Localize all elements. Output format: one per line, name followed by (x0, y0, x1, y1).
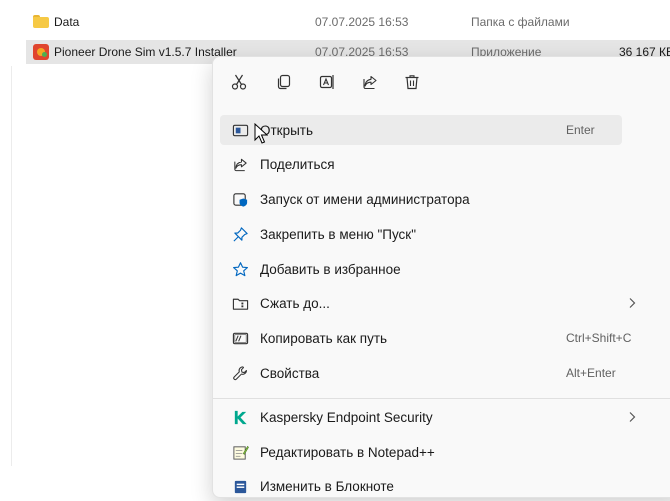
menu-item-open[interactable]: Открыть Enter (220, 115, 622, 145)
menu-item-label: Поделиться (260, 156, 335, 172)
menu-item-label: Запуск от имени администратора (260, 191, 470, 207)
file-row-data[interactable]: Data 07.07.2025 16:53 Папка с файлами (26, 10, 670, 34)
cut-button[interactable] (225, 69, 253, 95)
shortcut-text: Enter (566, 123, 595, 137)
chevron-right-icon (629, 298, 636, 308)
copy-button[interactable] (270, 69, 298, 95)
rename-button[interactable] (313, 69, 341, 95)
file-type: Папка с файлами (471, 15, 570, 29)
menu-separator (213, 398, 670, 399)
wrench-icon (231, 364, 249, 382)
open-icon (231, 121, 249, 139)
menu-item-label: Закрепить в меню "Пуск" (260, 226, 416, 242)
shortcut-text: Ctrl+Shift+C (566, 331, 632, 345)
menu-item-label: Сжать до... (260, 295, 330, 311)
menu-item-label: Свойства (260, 365, 320, 381)
file-name: Pioneer Drone Sim v1.5.7 Installer (54, 45, 237, 59)
notepadpp-icon (231, 443, 249, 461)
quick-actions-bar (213, 57, 670, 107)
pin-icon (231, 225, 249, 243)
menu-item-notepad[interactable]: Изменить в Блокноте (220, 471, 622, 501)
admin-shield-icon (231, 190, 249, 208)
menu-item-add-favorites[interactable]: Добавить в избранное (220, 254, 622, 284)
trash-icon (405, 75, 419, 90)
folder-icon (33, 15, 49, 29)
mouse-cursor-icon (254, 123, 268, 144)
menu-item-label: Добавить в избранное (260, 261, 401, 277)
menu-item-kaspersky[interactable]: Kaspersky Endpoint Security (220, 402, 636, 432)
rename-icon (319, 75, 334, 89)
menu-item-compress[interactable]: Сжать до... (220, 288, 636, 318)
menu-item-label: Изменить в Блокноте (260, 478, 394, 494)
menu-item-label: Редактировать в Notepad++ (260, 444, 435, 460)
archive-icon (231, 294, 249, 312)
delete-button[interactable] (398, 69, 426, 95)
file-date: 07.07.2025 16:53 (315, 15, 409, 29)
menu-item-label: Копировать как путь (260, 330, 388, 346)
star-icon (231, 260, 249, 278)
menu-item-properties[interactable]: Свойства Alt+Enter (220, 358, 622, 388)
menu-item-label: Kaspersky Endpoint Security (260, 409, 433, 425)
kaspersky-icon (231, 408, 249, 426)
chevron-right-icon (629, 412, 636, 422)
scissors-icon (231, 74, 247, 90)
divider (11, 66, 12, 466)
context-menu: Открыть Enter Поделиться Запуск от имени… (212, 56, 670, 498)
copy-icon (277, 74, 291, 90)
app-icon (33, 44, 49, 60)
path-icon (231, 329, 249, 347)
notepad-icon (231, 477, 249, 495)
share-icon (363, 75, 377, 90)
share-button[interactable] (356, 69, 384, 95)
menu-item-run-as-admin[interactable]: Запуск от имени администратора (220, 184, 622, 214)
file-name: Data (54, 15, 80, 29)
menu-item-notepadpp[interactable]: Редактировать в Notepad++ (220, 437, 622, 467)
shortcut-text: Alt+Enter (566, 366, 616, 380)
share-icon (231, 155, 249, 173)
menu-item-copy-path[interactable]: Копировать как путь Ctrl+Shift+C (220, 323, 631, 353)
menu-item-pin-start[interactable]: Закрепить в меню "Пуск" (220, 219, 622, 249)
menu-item-share[interactable]: Поделиться (220, 149, 622, 179)
